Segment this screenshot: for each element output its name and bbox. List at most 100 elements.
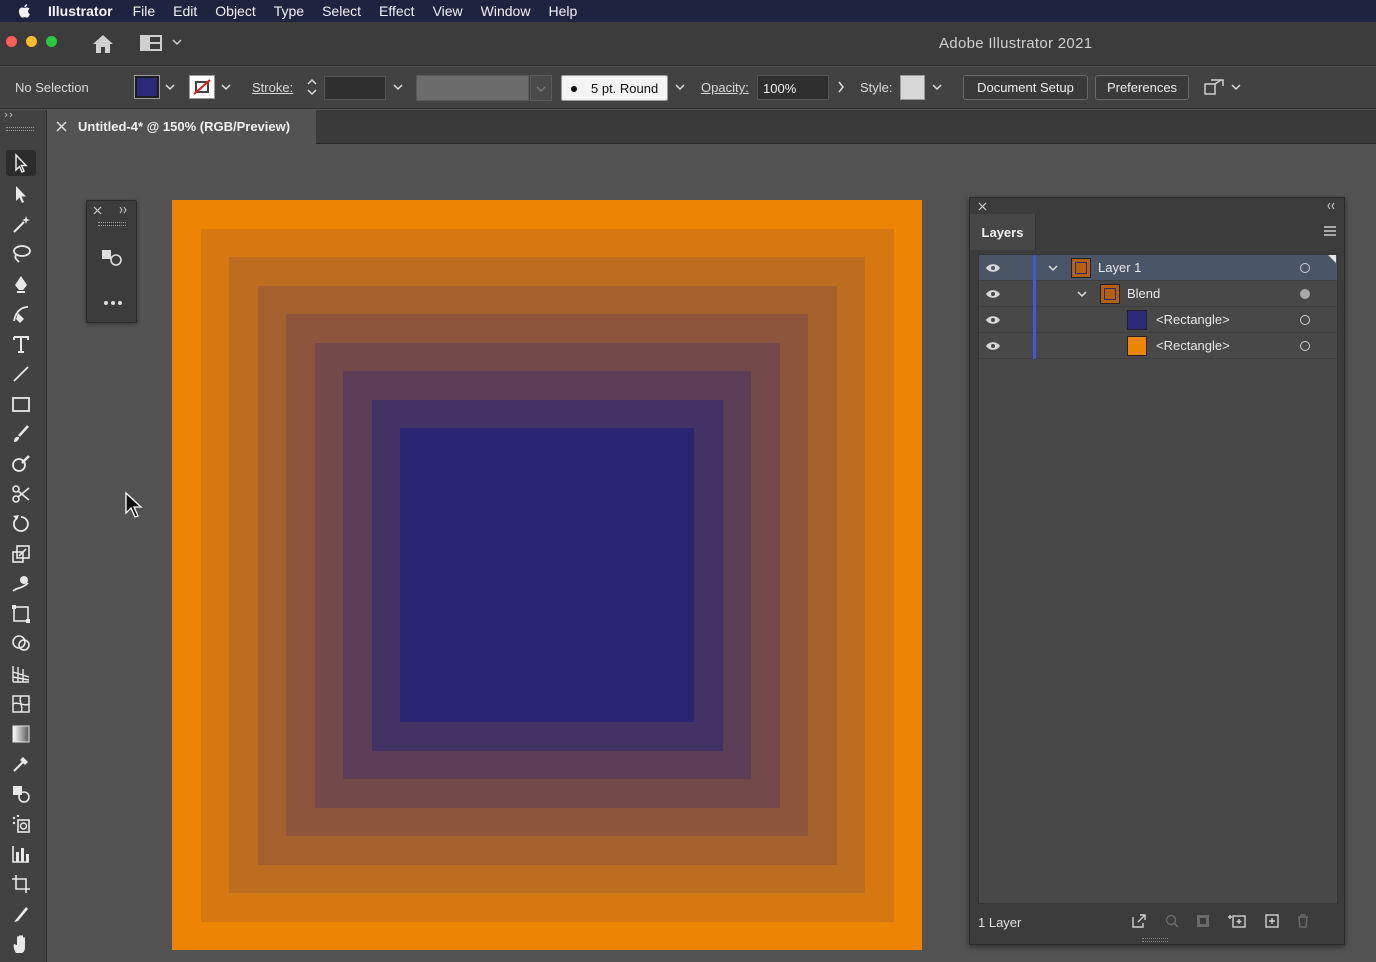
artboard[interactable] (172, 200, 922, 950)
chevron-down-icon[interactable] (172, 38, 182, 46)
shape-builder-tool[interactable] (6, 631, 36, 657)
direct-selection-tool[interactable] (6, 181, 36, 207)
resize-grip[interactable] (1142, 938, 1168, 942)
lasso-tool[interactable] (6, 241, 36, 267)
create-new-layer-icon[interactable] (1264, 913, 1280, 929)
preferences-button[interactable]: Preferences (1095, 75, 1189, 100)
eye-icon[interactable] (985, 315, 1001, 325)
menu-help[interactable]: Help (548, 3, 577, 19)
close-tab-icon[interactable] (56, 121, 67, 132)
perspective-grid-tool[interactable] (6, 661, 36, 687)
arrange-documents-icon[interactable] (1203, 78, 1225, 98)
stroke-dropdown-icon[interactable] (221, 83, 231, 91)
mesh-tool[interactable] (6, 691, 36, 717)
close-window-button[interactable] (6, 36, 17, 47)
scale-tool[interactable] (6, 541, 36, 567)
rotate-tool[interactable] (6, 511, 36, 537)
rectangle-tool[interactable] (6, 391, 36, 417)
delete-layer-icon[interactable] (1295, 913, 1311, 929)
warp-tool[interactable] (6, 571, 36, 597)
tab-layers[interactable]: Layers (970, 214, 1036, 250)
workspace-switcher-icon[interactable] (140, 34, 162, 52)
hand-tool[interactable] (6, 931, 36, 957)
more-tools-icon[interactable] (103, 299, 123, 307)
export-for-screens-icon[interactable] (1131, 913, 1147, 929)
stroke-weight-field[interactable] (324, 76, 386, 100)
brush-definition[interactable]: 5 pt. Round (561, 75, 668, 101)
menu-effect[interactable]: Effect (379, 3, 415, 19)
close-panel-icon[interactable] (978, 202, 987, 211)
slice-tool[interactable] (6, 901, 36, 927)
variable-width-profile[interactable] (416, 75, 529, 101)
expand-panel-icon[interactable] (119, 206, 129, 214)
target-icon[interactable] (1300, 263, 1310, 273)
layer-row-blend[interactable]: Blend (979, 281, 1337, 307)
eye-icon[interactable] (985, 289, 1001, 299)
home-icon[interactable] (91, 33, 115, 55)
close-icon[interactable] (93, 206, 102, 215)
layer-row-rectangle-2[interactable]: <Rectangle> (979, 333, 1337, 359)
menu-view[interactable]: View (433, 3, 463, 19)
collapse-panel-icon[interactable] (4, 112, 16, 118)
chevron-down-icon[interactable] (1077, 290, 1087, 298)
target-icon[interactable] (1300, 289, 1310, 299)
style-dropdown-icon[interactable] (932, 83, 942, 91)
eyedropper-tool[interactable] (6, 751, 36, 777)
blend-tool-icon[interactable] (100, 247, 124, 269)
app-menu[interactable]: Illustrator (48, 3, 113, 19)
layer-row-rectangle-1[interactable]: <Rectangle> (979, 307, 1337, 333)
profile-dropdown[interactable] (530, 75, 552, 101)
opacity-field[interactable]: 100% (757, 75, 829, 100)
paintbrush-tool[interactable] (6, 421, 36, 447)
pen-tool[interactable] (6, 271, 36, 297)
menu-file[interactable]: File (133, 3, 156, 19)
arrange-dropdown-icon[interactable] (1231, 83, 1241, 91)
line-segment-tool[interactable] (6, 361, 36, 387)
make-clipping-mask-icon[interactable] (1195, 913, 1211, 929)
minimize-window-button[interactable] (26, 36, 37, 47)
gradient-tool[interactable] (6, 721, 36, 747)
tab-untitled-4[interactable]: Untitled-4* @ 150% (RGB/Preview) (48, 110, 316, 144)
document-setup-button[interactable]: Document Setup (963, 75, 1088, 100)
symbol-sprayer-tool[interactable] (6, 811, 36, 837)
layer-row-layer-1[interactable]: Layer 1 (979, 255, 1337, 281)
panel-grip[interactable] (6, 127, 34, 131)
brush-dropdown-icon[interactable] (675, 83, 685, 91)
eye-icon[interactable] (985, 341, 1001, 351)
target-icon[interactable] (1300, 315, 1310, 325)
chevron-right-icon[interactable] (837, 81, 845, 93)
stroke-label[interactable]: Stroke: (252, 80, 293, 95)
menu-select[interactable]: Select (322, 3, 361, 19)
eye-icon[interactable] (985, 263, 1001, 273)
stroke-weight-stepper[interactable] (306, 75, 318, 99)
type-tool[interactable] (6, 331, 36, 357)
zoom-window-button[interactable] (46, 36, 57, 47)
fill-swatch[interactable] (134, 75, 160, 99)
opacity-label[interactable]: Opacity: (701, 80, 749, 95)
selection-tool[interactable] (6, 150, 36, 176)
stroke-weight-dropdown-icon[interactable] (393, 83, 403, 91)
stroke-swatch[interactable] (189, 75, 215, 99)
target-icon[interactable] (1300, 341, 1310, 351)
shaper-tool[interactable] (6, 451, 36, 477)
create-new-sublayer-icon[interactable] (1227, 913, 1247, 929)
scissors-tool[interactable] (6, 481, 36, 507)
panel-grip[interactable] (98, 222, 126, 226)
menu-edit[interactable]: Edit (173, 3, 197, 19)
apple-icon[interactable] (16, 3, 34, 19)
menu-window[interactable]: Window (481, 3, 531, 19)
column-graph-tool[interactable] (6, 841, 36, 867)
graphic-style-swatch[interactable] (900, 75, 925, 100)
free-transform-tool[interactable] (6, 601, 36, 627)
menu-type[interactable]: Type (274, 3, 304, 19)
chevron-down-icon[interactable] (1048, 264, 1058, 272)
magic-wand-tool[interactable] (6, 211, 36, 237)
locate-object-icon[interactable] (1164, 913, 1180, 929)
curvature-tool[interactable] (6, 301, 36, 327)
collapse-panel-icon[interactable] (1326, 202, 1336, 210)
artboard-tool[interactable] (6, 871, 36, 897)
fill-dropdown-icon[interactable] (165, 83, 175, 91)
blend-tool[interactable] (6, 781, 36, 807)
panel-menu-icon[interactable] (1323, 225, 1337, 237)
menu-object[interactable]: Object (215, 3, 255, 19)
